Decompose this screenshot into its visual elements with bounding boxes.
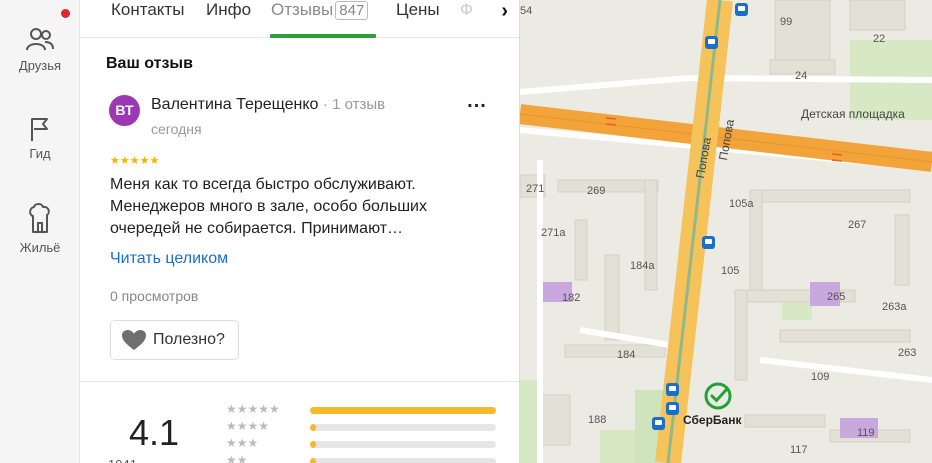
distribution-bar (310, 441, 496, 448)
rail-item-label: Гид (29, 146, 51, 161)
tab-prices[interactable]: Цены (396, 0, 440, 20)
distribution-bar (310, 458, 496, 463)
review-date: сегодня (151, 121, 202, 137)
distribution-fill (310, 441, 316, 448)
rating-distribution-row[interactable]: ★★★★ (226, 419, 496, 435)
bus-stop-icon[interactable] (702, 236, 715, 249)
map-label: 271а (541, 227, 566, 239)
reviews-count-badge: 847 (335, 1, 369, 20)
left-rail: Друзья Гид Жильё (0, 0, 80, 463)
map-label: 263 (898, 347, 917, 359)
map-label: 109 (811, 371, 830, 383)
bus-stop-icon[interactable] (735, 3, 748, 16)
divider (80, 381, 519, 382)
map-label: 271 (526, 183, 545, 195)
more-options-icon[interactable]: ... (463, 91, 491, 119)
distribution-stars: ★★ (226, 453, 248, 463)
rail-item-label: Жильё (19, 240, 61, 255)
read-more-link[interactable]: Читать целиком (110, 250, 228, 268)
review-text: Меня как то всегда быстро обслуживают. М… (110, 176, 427, 237)
chevron-right-icon[interactable]: › (480, 0, 519, 36)
map-label: 263а (882, 301, 907, 313)
author-name[interactable]: Валентина Терещенко (151, 96, 318, 113)
flag-icon (31, 118, 48, 141)
rail-item-label: Друзья (18, 58, 62, 73)
distribution-fill (310, 407, 496, 414)
notification-dot (61, 9, 70, 18)
map-label: 269 (587, 185, 606, 197)
tab-contacts[interactable]: Контакты (111, 0, 184, 20)
distribution-bar (310, 407, 496, 414)
distribution-stars: ★★★★★ (226, 402, 280, 416)
bus-stop-icon[interactable] (666, 402, 679, 415)
bus-stop-icon[interactable] (666, 383, 679, 396)
map[interactable]: 54 99 22 24 Детская площадка 271 269 271… (520, 0, 932, 463)
distribution-fill (310, 424, 316, 431)
bus-stop-icon[interactable] (705, 36, 718, 49)
sberbank-label[interactable]: СберБанк (683, 413, 741, 427)
useful-button[interactable]: Полезно? (110, 320, 239, 360)
housing-icon (29, 203, 50, 233)
heart-icon (122, 330, 146, 350)
distribution-bar (310, 424, 496, 431)
map-label: 182 (562, 292, 581, 304)
avatar[interactable]: ВТ (109, 95, 140, 126)
rating-distribution-row[interactable]: ★★ (226, 453, 496, 463)
map-label: 267 (848, 219, 867, 231)
view-count: 0 просмотров (110, 288, 199, 304)
bus-stop-icon[interactable] (652, 417, 665, 430)
rail-item-friends[interactable]: Друзья (0, 26, 80, 73)
tab-reviews-label: Отзывы (271, 0, 334, 19)
tab-photos[interactable]: Ф (460, 0, 473, 20)
map-label: 184 (617, 349, 636, 361)
rail-item-guide[interactable]: Гид (0, 116, 80, 161)
active-tab-indicator (270, 34, 376, 38)
distribution-stars: ★★★ (226, 436, 259, 450)
tab-bar: Контакты Инфо Отзывы 847 Цены Ф › (80, 0, 519, 38)
tab-info[interactable]: Инфо (206, 0, 251, 20)
map-label: 105 (721, 265, 740, 277)
map-label: 265 (827, 291, 846, 303)
average-rating: 4.1 (129, 412, 180, 453)
friends-icon (26, 28, 54, 51)
useful-label: Полезно? (153, 331, 225, 348)
map-label: 54 (520, 5, 533, 17)
playground-label[interactable]: Детская площадка (801, 107, 905, 121)
map-label: 184а (630, 260, 655, 272)
section-title: Ваш отзыв (106, 55, 193, 72)
map-label: 119 (857, 427, 875, 439)
tab-reviews[interactable]: Отзывы 847 (271, 0, 369, 20)
map-label: 24 (795, 70, 808, 82)
map-label: 188 (588, 414, 607, 426)
map-label: 22 (873, 33, 886, 45)
rating-distribution-row[interactable]: ★★★★★ (226, 402, 496, 418)
distribution-stars: ★★★★ (226, 419, 270, 433)
rail-item-housing[interactable]: Жильё (0, 202, 80, 255)
rating-distribution-row[interactable]: ★★★ (226, 436, 496, 452)
distribution-fill (310, 458, 316, 463)
rating-count: 1041 (108, 457, 137, 463)
map-label: 99 (780, 16, 793, 28)
sberbank-logo-icon[interactable] (704, 382, 732, 410)
reviews-panel: Контакты Инфо Отзывы 847 Цены Ф › Ваш отз… (80, 0, 520, 463)
review-author[interactable]: Валентина Терещенко · 1 отзыв (151, 96, 385, 114)
map-label: 117 (790, 444, 808, 456)
map-label: 105а (729, 198, 754, 210)
author-review-count: · 1 отзыв (322, 96, 386, 113)
rating-stars: ★★★★★ (110, 155, 160, 167)
